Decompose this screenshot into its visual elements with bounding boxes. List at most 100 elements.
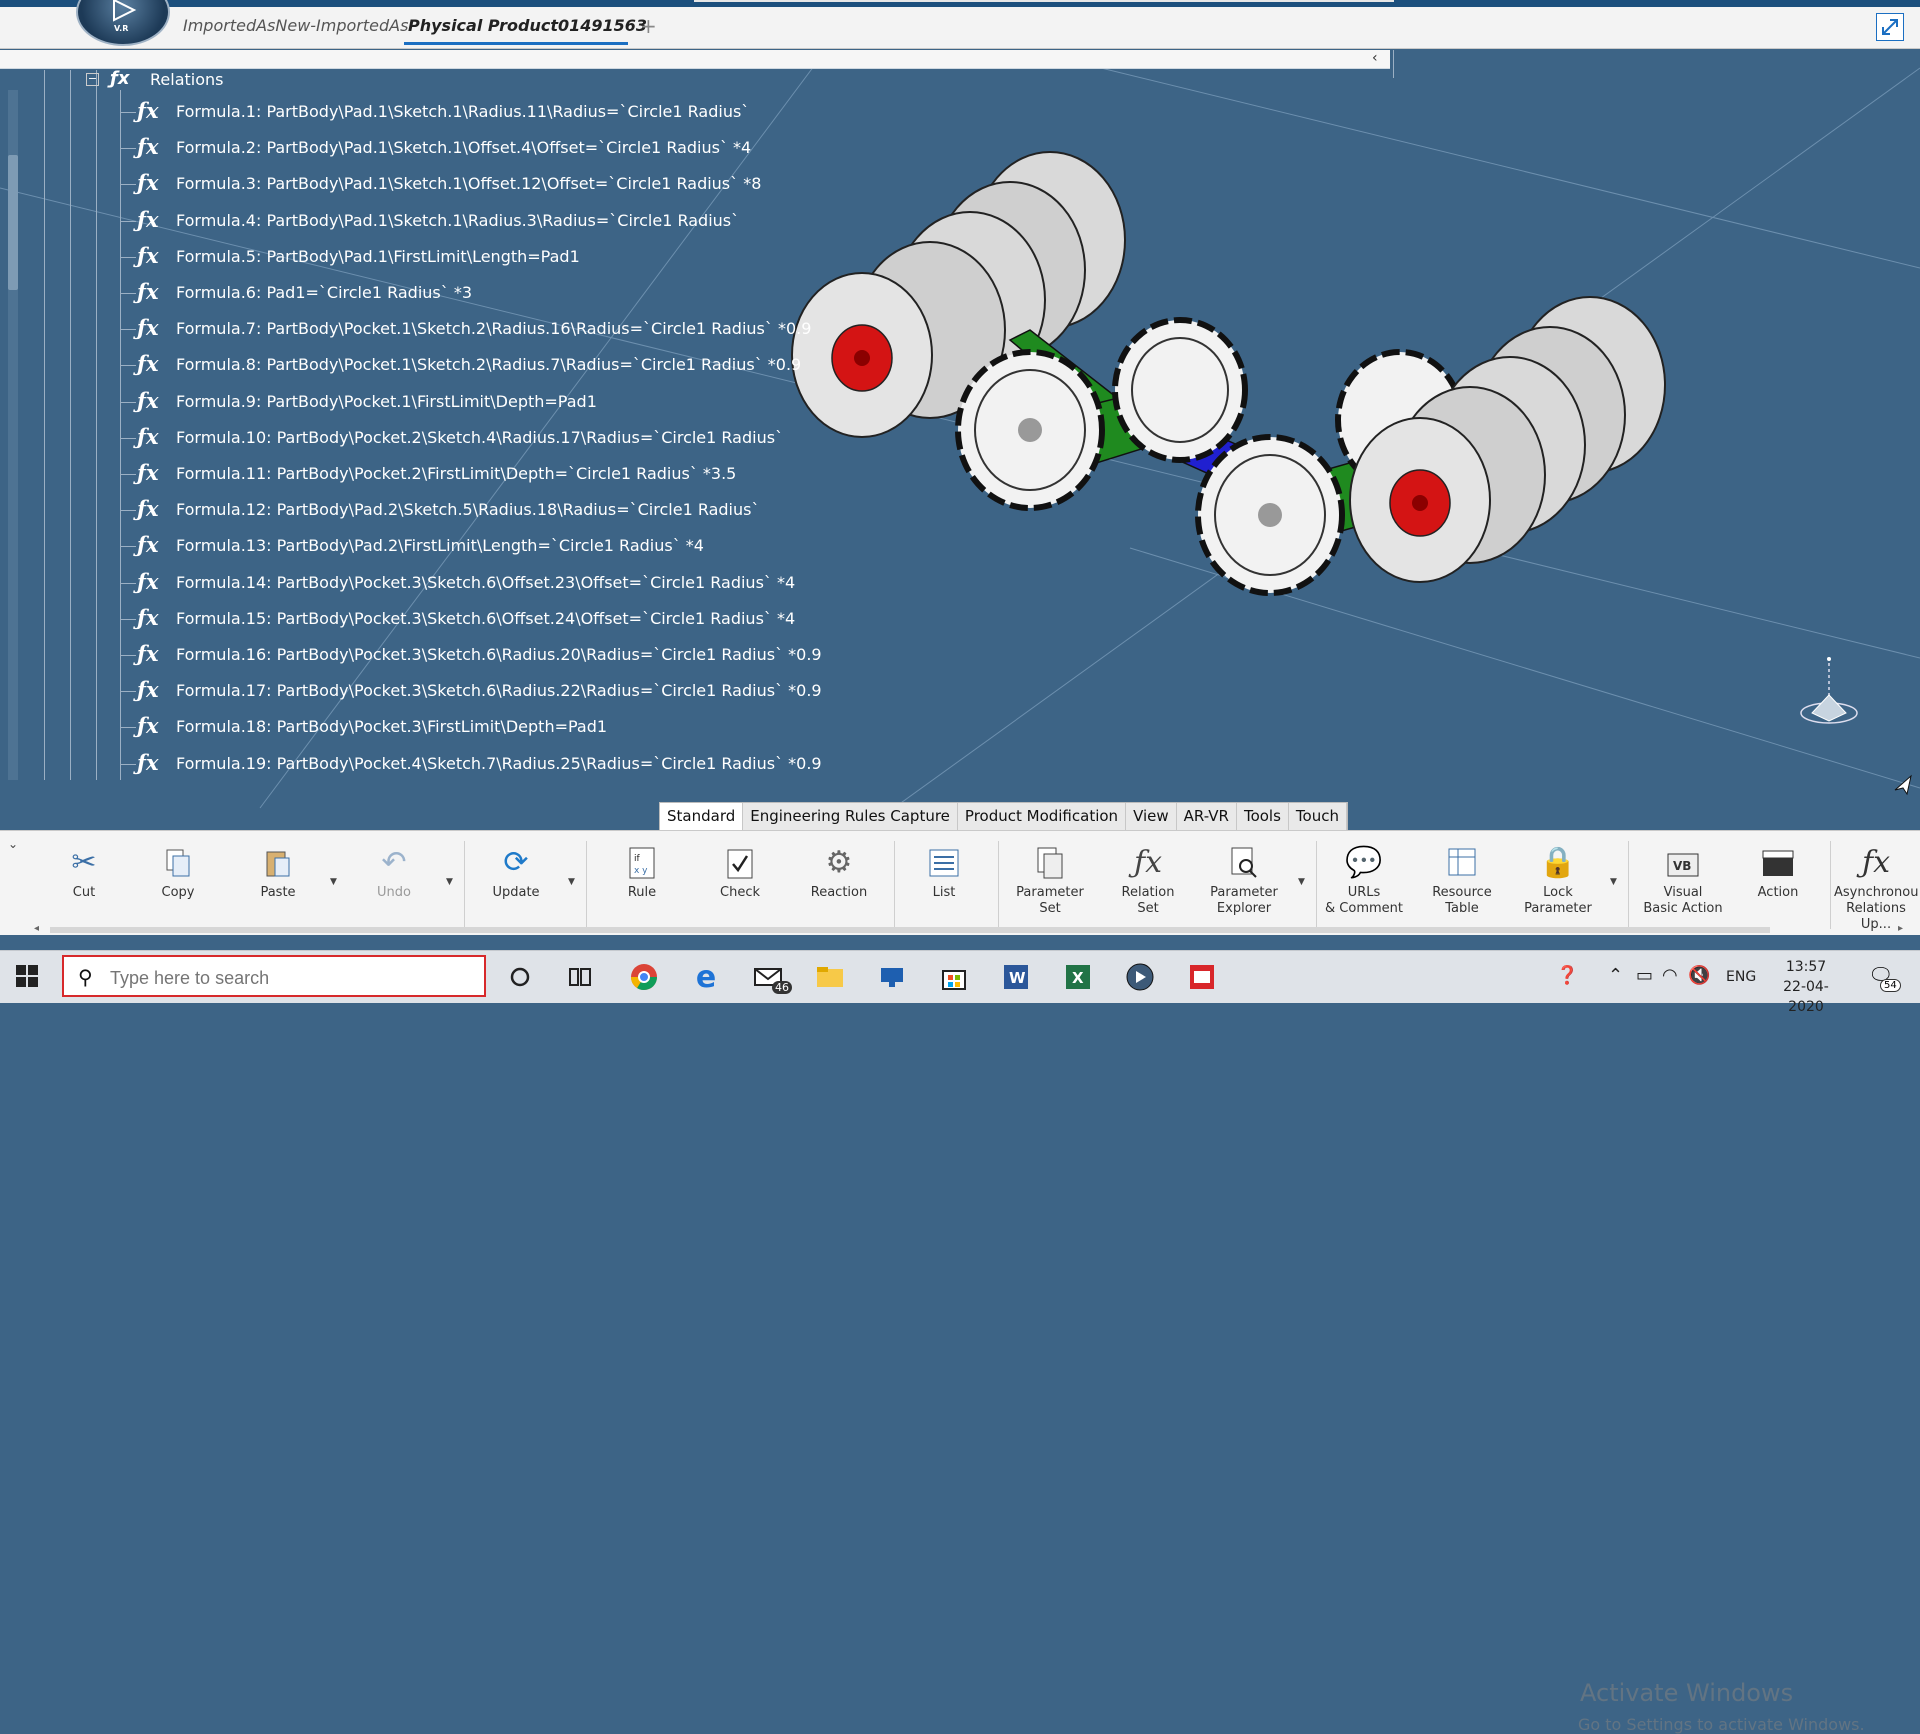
tab-standard[interactable]: Standard xyxy=(660,803,744,831)
formula-icon: ƒx xyxy=(137,641,159,666)
urls-comment-button[interactable]: 💬 URLs & Comment xyxy=(1322,841,1406,917)
tree-connector xyxy=(120,618,136,620)
undo-button[interactable]: ↶ Undo xyxy=(366,841,422,901)
tree-guide-line xyxy=(44,70,45,780)
formula-icon: ƒx xyxy=(137,206,159,232)
tree-guide-line xyxy=(120,90,121,780)
scroll-right-icon[interactable]: ▸ xyxy=(1898,923,1903,934)
tree-connector xyxy=(120,655,136,656)
list-button[interactable]: List xyxy=(916,841,972,901)
right-roller xyxy=(1349,296,1666,583)
tree-connector xyxy=(120,220,136,222)
ribbon-scrollbar[interactable]: ◂ ▸ xyxy=(34,923,1914,935)
robot-3d-model[interactable] xyxy=(780,140,1720,700)
collapse-panel-icon[interactable]: ‹ xyxy=(1372,50,1378,66)
ribbon-separator xyxy=(1830,841,1831,929)
search-input[interactable] xyxy=(108,965,472,991)
front-right-wheel xyxy=(1195,434,1345,596)
copy-button[interactable]: Copy xyxy=(150,841,206,901)
resource-table-button[interactable]: Resource Table xyxy=(1424,841,1500,917)
relation-set-button[interactable]: ƒx Relation Set xyxy=(1110,841,1186,917)
battery-icon[interactable]: ▭ xyxy=(1636,965,1653,986)
tree-connector xyxy=(120,474,136,475)
maximize-button[interactable] xyxy=(1876,13,1904,41)
scroll-track[interactable] xyxy=(50,927,1770,933)
formula-icon: ƒx xyxy=(137,749,159,775)
parameter-explorer-button[interactable]: Parameter Explorer xyxy=(1204,841,1284,917)
reaction-button[interactable]: ⚙ Reaction xyxy=(808,841,870,901)
tree-connector xyxy=(120,256,136,258)
check-button[interactable]: Check xyxy=(712,841,768,901)
formula-icon: ƒx xyxy=(137,98,159,123)
formula-text: Formula.19: PartBody\Pocket.4\Sketch.7\R… xyxy=(176,753,822,773)
catia-icon[interactable] xyxy=(1124,961,1156,993)
tree-connector xyxy=(120,112,136,113)
windows-taskbar: ⚲ e 46 W X ❓ ⌃ ▭ ◠ 🔇 ENG 13:57 22-04-202… xyxy=(0,950,1920,1015)
clock-date: 22-04-2020 xyxy=(1783,979,1829,1015)
collapse-node-icon[interactable]: − xyxy=(86,73,99,86)
undo-dropdown-icon[interactable]: ▼ xyxy=(446,877,453,887)
network-app-icon[interactable] xyxy=(876,961,908,993)
store-icon[interactable] xyxy=(938,961,970,993)
formula-text: Formula.9: PartBody\Pocket.1\FirstLimit\… xyxy=(176,391,597,411)
help-icon[interactable]: ❓ xyxy=(1556,965,1578,986)
tab-ar-vr[interactable]: AR-VR xyxy=(1177,803,1237,831)
ribbon-collapse-icon[interactable]: ⌄ xyxy=(8,837,18,851)
paste-dropdown-icon[interactable]: ▼ xyxy=(330,877,337,887)
tab-tools[interactable]: Tools xyxy=(1237,803,1289,831)
lock-parameter-button[interactable]: 🔒 Lock Parameter xyxy=(1520,841,1596,917)
new-tab-button[interactable]: + xyxy=(640,14,657,38)
formula-icon: ƒx xyxy=(137,713,159,739)
word-icon[interactable]: W xyxy=(1000,961,1032,993)
tab-touch[interactable]: Touch xyxy=(1289,803,1347,831)
copy-icon xyxy=(150,841,206,885)
parameter-set-button[interactable]: Parameter Set xyxy=(1012,841,1088,917)
tree-scrollbar-thumb[interactable] xyxy=(8,155,18,290)
tree-connector xyxy=(120,293,136,294)
tab-view[interactable]: View xyxy=(1126,803,1177,831)
excel-icon[interactable]: X xyxy=(1062,961,1094,993)
compass-logo[interactable]: V.R xyxy=(76,0,170,46)
clapperboard-icon xyxy=(1746,841,1810,885)
lock-dropdown-icon[interactable]: ▼ xyxy=(1610,877,1617,887)
lock-icon: 🔒 xyxy=(1539,845,1577,880)
edge-icon[interactable]: e xyxy=(690,960,722,995)
formula-text: Formula.6: Pad1=`Circle1 Radius` *3 xyxy=(176,283,473,302)
formula-text: Formula.18: PartBody\Pocket.3\FirstLimit… xyxy=(176,717,608,737)
parameter-explorer-dropdown-icon[interactable]: ▼ xyxy=(1298,877,1305,887)
tab-engineering-rules-capture[interactable]: Engineering Rules Capture xyxy=(743,803,958,831)
taskbar-search-box[interactable]: ⚲ xyxy=(62,955,486,997)
task-view-icon[interactable] xyxy=(564,961,596,993)
chrome-icon[interactable] xyxy=(628,961,660,993)
show-hidden-icons[interactable]: ⌃ xyxy=(1608,965,1623,986)
start-button[interactable] xyxy=(16,965,38,991)
front-left-wheel xyxy=(955,349,1105,511)
scroll-left-icon[interactable]: ◂ xyxy=(34,923,39,934)
tree-connector xyxy=(120,763,136,765)
rule-button[interactable]: if x y Rule xyxy=(614,841,670,901)
tab-product-modification[interactable]: Product Modification xyxy=(958,803,1127,831)
acrobat-icon[interactable] xyxy=(1186,961,1218,993)
file-explorer-icon[interactable] xyxy=(814,961,846,993)
compass-widget[interactable] xyxy=(1792,655,1862,735)
volume-muted-icon[interactable]: 🔇 xyxy=(1688,965,1710,986)
update-button[interactable]: ⟳ Update xyxy=(484,841,548,901)
formula-text: Formula.10: PartBody\Pocket.2\Sketch.4\R… xyxy=(176,427,784,447)
formula-text: Formula.7: PartBody\Pocket.1\Sketch.2\Ra… xyxy=(176,319,812,339)
check-icon xyxy=(712,841,768,885)
cut-button[interactable]: ✂ Cut xyxy=(56,841,112,901)
formula-icon: ƒx xyxy=(137,351,159,377)
svg-text:if: if xyxy=(634,854,641,864)
tab-physical-product[interactable]: Physical Product01491563 xyxy=(408,16,647,35)
formula-icon: ƒx xyxy=(137,170,159,196)
action-button[interactable]: Action xyxy=(1746,841,1810,901)
language-indicator[interactable]: ENG xyxy=(1726,969,1756,985)
clock[interactable]: 13:57 22-04-2020 xyxy=(1766,957,1846,1017)
paste-button[interactable]: Paste xyxy=(250,841,306,901)
tab-imported-as-new[interactable]: ImportedAsNew-ImportedAs xyxy=(183,16,408,35)
wifi-icon[interactable]: ◠ xyxy=(1662,965,1678,986)
update-dropdown-icon[interactable]: ▼ xyxy=(568,877,575,887)
cortana-icon[interactable] xyxy=(504,961,536,993)
async-relations-update-button[interactable]: ƒx Asynchronou Relations Up... xyxy=(1834,841,1918,933)
visual-basic-action-button[interactable]: VB Visual Basic Action xyxy=(1638,841,1728,917)
